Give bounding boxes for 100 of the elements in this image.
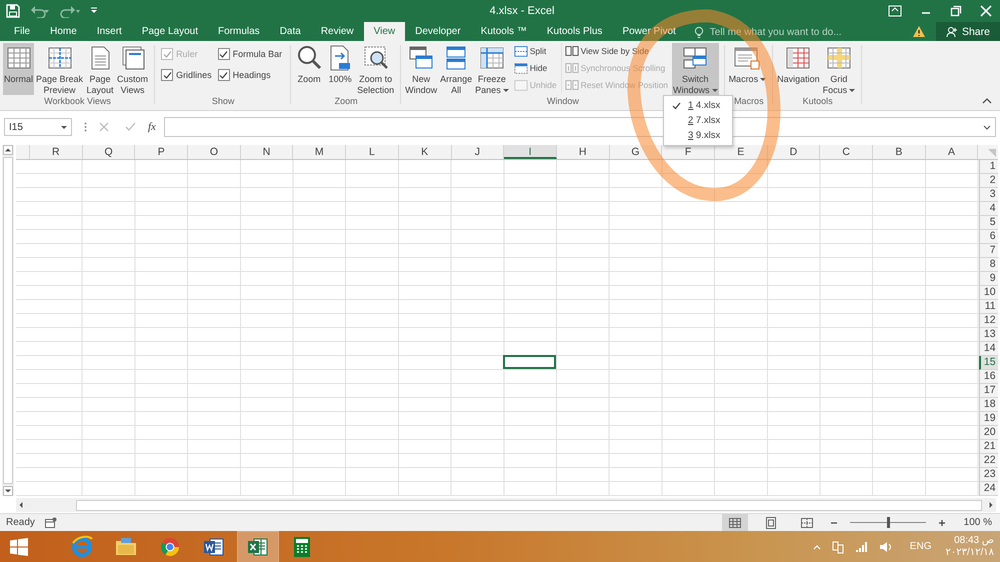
ribbon-button[interactable]: Freeze Panes	[474, 43, 510, 95]
horizontal-scrollbar[interactable]	[16, 498, 996, 512]
windows-logo-icon[interactable]	[10, 538, 28, 556]
caret-icon	[61, 126, 67, 129]
warning-icon[interactable]	[912, 25, 926, 38]
ribbon-tab[interactable]: Insert	[86, 23, 132, 41]
active-cell[interactable]	[503, 355, 556, 369]
expand-caret-icon[interactable]	[983, 124, 991, 130]
redo-icon[interactable]	[60, 4, 80, 18]
row-header[interactable]: 9	[978, 272, 998, 286]
scroll-down-icon[interactable]	[3, 486, 13, 496]
ribbon-button[interactable]: Split	[514, 43, 557, 59]
ribbon-button[interactable]: Zoom to Selection	[356, 43, 396, 95]
row-header[interactable]: 11	[978, 300, 998, 314]
row-header[interactable]: 1	[978, 160, 998, 174]
row-header[interactable]: 12	[978, 314, 998, 328]
row-header[interactable]: 20	[978, 426, 998, 440]
ribbon-display-options-icon[interactable]	[888, 5, 902, 17]
window-title: 4.xlsx - Excel	[488, 5, 556, 17]
ribbon-button[interactable]: Grid Focus	[822, 43, 856, 95]
ribbon-tab[interactable]: Kutools Plus	[536, 23, 612, 41]
column-header[interactable]: Q	[82, 145, 136, 159]
row-header[interactable]: 14	[978, 342, 998, 356]
column-header[interactable]: D	[768, 145, 820, 159]
ribbon-button[interactable]: Arrange All	[439, 43, 474, 95]
undo-icon[interactable]	[30, 4, 50, 18]
checkbox-label[interactable]: Formula Bar	[232, 49, 282, 59]
checkbox-label[interactable]: Headings	[232, 70, 271, 80]
menu-item[interactable]: 3 9.xlsx	[664, 128, 732, 143]
row-header[interactable]: 6	[978, 230, 998, 244]
row-header[interactable]: 15	[978, 356, 998, 370]
ribbon-button[interactable]: 100%	[325, 43, 356, 95]
row-header[interactable]: 23	[978, 468, 998, 482]
page-layout-view-icon	[764, 516, 778, 528]
ribbon-tab[interactable]: File	[4, 23, 40, 41]
menu-item[interactable]: 2 7.xlsx	[664, 113, 732, 128]
ribbon-button[interactable]: Switch Windows	[672, 43, 719, 95]
ribbon-tab[interactable]: Kutools ™	[470, 23, 537, 41]
ribbon-button[interactable]: Page Layout	[85, 43, 116, 95]
checkbox[interactable]	[161, 69, 174, 81]
row-header[interactable]: 10	[978, 286, 998, 300]
ribbon-tab[interactable]: Formulas	[208, 23, 270, 41]
taskbar-app[interactable]	[238, 532, 278, 562]
ribbon-tab[interactable]: Review	[310, 23, 364, 41]
checkbox[interactable]	[218, 48, 230, 60]
share-button[interactable]: Share	[936, 22, 1000, 41]
row-header[interactable]: 22	[978, 454, 998, 468]
row-header[interactable]: 3	[978, 188, 998, 202]
menu-item[interactable]: 1 4.xlsx	[664, 98, 732, 113]
ribbon-tab[interactable]: Home	[40, 23, 87, 41]
ribbon-button[interactable]: Page Break Preview	[35, 43, 84, 95]
save-icon[interactable]	[6, 4, 20, 18]
ribbon-button[interactable]: Hide	[514, 60, 557, 76]
customize-caret-icon[interactable]	[90, 7, 98, 15]
ribbon-button[interactable]: Macros	[728, 43, 768, 95]
ribbon-button[interactable]: Normal	[3, 43, 34, 95]
zoom-in-icon[interactable]	[938, 518, 946, 526]
row-header[interactable]: 2	[978, 174, 998, 188]
show-hidden-icons-icon[interactable]	[812, 544, 821, 550]
checkbox-label[interactable]: Gridlines	[176, 70, 212, 80]
vertical-scrollbar[interactable]	[2, 145, 14, 496]
ribbon-button[interactable]: Custom Views	[116, 43, 150, 95]
ribbon-tab[interactable]: Data	[270, 23, 311, 41]
row-header[interactable]: 17	[978, 384, 998, 398]
ribbon-button[interactable]: Zoom	[294, 43, 324, 95]
collapse-ribbon-icon[interactable]	[982, 98, 992, 104]
ribbon-tab[interactable]: Page Layout	[132, 23, 208, 41]
row-header[interactable]: 18	[978, 398, 998, 412]
column-header[interactable]: I	[504, 145, 557, 159]
scroll-up-icon[interactable]	[3, 145, 13, 155]
macro-record-icon[interactable]	[44, 517, 57, 528]
restore-icon[interactable]	[950, 5, 962, 17]
row-header[interactable]: 19	[978, 412, 998, 426]
cell-grid[interactable]	[16, 160, 979, 496]
network-icon[interactable]	[830, 540, 845, 554]
row-header[interactable]: 24	[978, 482, 998, 496]
row-header[interactable]: 13	[978, 328, 998, 342]
name-box[interactable]: I15	[4, 118, 72, 136]
row-header[interactable]: 16	[978, 370, 998, 384]
close-icon[interactable]	[980, 5, 992, 17]
slider-thumb[interactable]	[887, 517, 890, 528]
column-header[interactable]: G	[610, 145, 662, 159]
zoom-level[interactable]: 100 %	[956, 517, 992, 528]
ribbon-button[interactable]: Navigation	[776, 43, 821, 95]
view-button[interactable]	[722, 514, 748, 531]
column-header[interactable]: J	[452, 145, 504, 159]
row-header[interactable]: 8	[978, 258, 998, 272]
checkbox[interactable]	[218, 69, 230, 81]
ribbon-button[interactable]: New Window	[404, 43, 438, 95]
insert-function-button[interactable]: fx	[148, 121, 156, 133]
magnifier-icon	[295, 44, 324, 72]
globe-e-icon	[70, 534, 94, 558]
row-header[interactable]: 4	[978, 202, 998, 216]
row-header[interactable]: 21	[978, 440, 998, 454]
row-header[interactable]: 7	[978, 244, 998, 258]
ribbon-tab[interactable]: Developer	[405, 23, 471, 41]
row-header[interactable]: 5	[978, 216, 998, 230]
column-header[interactable]: A	[926, 145, 978, 159]
formula-field[interactable]	[164, 117, 996, 137]
ribbon-tab[interactable]: View	[364, 22, 406, 41]
